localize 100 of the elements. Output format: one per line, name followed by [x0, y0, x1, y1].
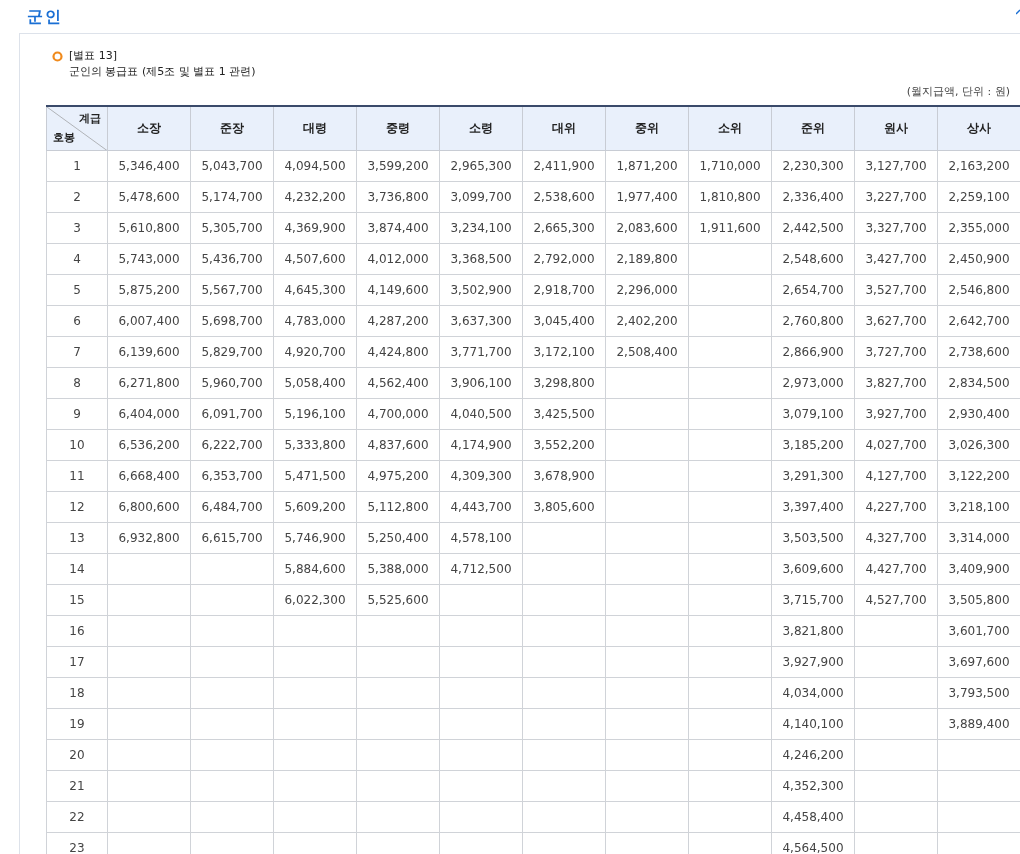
table-cell: 5,058,400: [273, 367, 357, 399]
table-cell: 5,478,600: [107, 181, 191, 213]
table-cell: 4,443,700: [439, 491, 523, 523]
table-cell: 6,668,400: [107, 460, 191, 492]
step-cell: 12: [46, 491, 108, 523]
table-cell: 4,975,200: [356, 460, 440, 492]
table-cell: 4,140,100: [771, 708, 855, 740]
table-cell: 2,336,400: [771, 181, 855, 213]
table-cell: 3,127,700: [854, 150, 938, 182]
step-cell: 7: [46, 336, 108, 368]
table-cell: 4,174,900: [439, 429, 523, 461]
step-cell: 6: [46, 305, 108, 337]
step-cell: 23: [46, 832, 108, 854]
table-cell: 4,458,400: [771, 801, 855, 833]
table-cell: 3,552,200: [522, 429, 606, 461]
table-cell: 2,538,600: [522, 181, 606, 213]
table-cell: 1,911,600: [688, 212, 772, 244]
table-cell: 3,368,500: [439, 243, 523, 275]
table-cell: 3,291,300: [771, 460, 855, 492]
table-cell: 5,471,500: [273, 460, 357, 492]
step-cell: 8: [46, 367, 108, 399]
unit-note: (월지급액, 단위 : 원): [906, 84, 1010, 100]
table-cell: 2,665,300: [522, 212, 606, 244]
table-title: 군인의 봉급표 (제5조 및 별표 1 관련): [69, 64, 256, 80]
table-cell: 4,309,300: [439, 460, 523, 492]
table-cell: 2,548,600: [771, 243, 855, 275]
table-cell: 4,287,200: [356, 305, 440, 337]
table-cell: 2,792,000: [522, 243, 606, 275]
table-cell: 6,091,700: [190, 398, 274, 430]
table-cell: 5,743,000: [107, 243, 191, 275]
table-cell: 5,388,000: [356, 553, 440, 585]
table-cell: 5,196,100: [273, 398, 357, 430]
step-cell: 3: [46, 212, 108, 244]
column-header: 원사: [854, 105, 938, 151]
table-cell: 6,536,200: [107, 429, 191, 461]
table-cell: 3,771,700: [439, 336, 523, 368]
step-cell: 20: [46, 739, 108, 771]
table-cell: 5,698,700: [190, 305, 274, 337]
table-cell: 6,800,600: [107, 491, 191, 523]
table-cell: 5,174,700: [190, 181, 274, 213]
table-cell: 3,874,400: [356, 212, 440, 244]
table-cell: 3,927,900: [771, 646, 855, 678]
table-cell: 5,525,600: [356, 584, 440, 616]
step-cell: 11: [46, 460, 108, 492]
step-cell: 17: [46, 646, 108, 678]
column-header: 대위: [522, 105, 606, 151]
step-cell: 14: [46, 553, 108, 585]
table-cell: 1,871,200: [605, 150, 689, 182]
table-cell: 4,149,600: [356, 274, 440, 306]
table-cell: 4,012,000: [356, 243, 440, 275]
table-cell: 4,094,500: [273, 150, 357, 182]
table-cell: 6,139,600: [107, 336, 191, 368]
table-cell: 6,484,700: [190, 491, 274, 523]
table-cell: 5,305,700: [190, 212, 274, 244]
table-cell: 3,425,500: [522, 398, 606, 430]
table-cell: 4,369,900: [273, 212, 357, 244]
table-cell: 4,645,300: [273, 274, 357, 306]
table-cell: 6,007,400: [107, 305, 191, 337]
table-cell: 3,637,300: [439, 305, 523, 337]
table-cell: 4,027,700: [854, 429, 938, 461]
table-cell: 1,810,800: [688, 181, 772, 213]
step-cell: 9: [46, 398, 108, 430]
table-cell: 4,507,600: [273, 243, 357, 275]
table-cell: 4,424,800: [356, 336, 440, 368]
column-header: 준장: [190, 105, 274, 151]
table-cell: 5,250,400: [356, 522, 440, 554]
step-cell: 22: [46, 801, 108, 833]
table-cell: 3,906,100: [439, 367, 523, 399]
section-heading: 군인: [27, 5, 63, 28]
table-cell: 5,609,200: [273, 491, 357, 523]
table-cell: 5,829,700: [190, 336, 274, 368]
table-cell: 4,040,500: [439, 398, 523, 430]
table-cell: 2,760,800: [771, 305, 855, 337]
column-header: 준위: [771, 105, 855, 151]
table-cell: 2,189,800: [605, 243, 689, 275]
table-cell: 2,866,900: [771, 336, 855, 368]
table-cell: 3,805,600: [522, 491, 606, 523]
table-cell: 4,232,200: [273, 181, 357, 213]
table-cell: 4,783,000: [273, 305, 357, 337]
table-cell: 5,567,700: [190, 274, 274, 306]
table-cell: 3,727,700: [854, 336, 938, 368]
column-header: 대령: [273, 105, 357, 151]
table-cell: 4,246,200: [771, 739, 855, 771]
step-cell: 21: [46, 770, 108, 802]
table-cell: 2,508,400: [605, 336, 689, 368]
table-cell: 3,079,100: [771, 398, 855, 430]
table-cell: 3,298,800: [522, 367, 606, 399]
table-cell: 3,609,600: [771, 553, 855, 585]
table-cell: 3,627,700: [854, 305, 938, 337]
table-cell: 5,333,800: [273, 429, 357, 461]
table-cell: 4,920,700: [273, 336, 357, 368]
circle-bullet-icon: [52, 51, 63, 62]
step-cell: 19: [46, 708, 108, 740]
column-header: 중령: [356, 105, 440, 151]
table-cell: 3,099,700: [439, 181, 523, 213]
table-cell: 5,746,900: [273, 522, 357, 554]
table-cell: 2,402,200: [605, 305, 689, 337]
step-cell: 15: [46, 584, 108, 616]
table-cell: 4,227,700: [854, 491, 938, 523]
table-cell: 4,712,500: [439, 553, 523, 585]
